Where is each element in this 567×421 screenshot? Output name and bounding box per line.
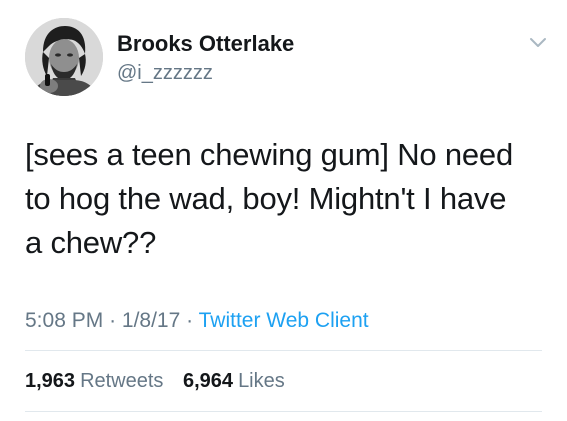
tweet-menu-button[interactable] <box>526 33 550 53</box>
avatar-photo <box>25 18 103 96</box>
retweets-label: Retweets <box>80 370 164 392</box>
tweet-text-line: a chew?? <box>25 225 157 260</box>
tweet-text-line: to hog the wad, boy! Mightn't I have <box>25 181 507 216</box>
author-display-name[interactable]: Brooks Otterlake <box>117 31 294 57</box>
tweet-stats: 1,963 Retweets 6,964 Likes <box>25 368 285 394</box>
author-handle[interactable]: @i_zzzzzz <box>117 61 294 85</box>
likes-count: 6,964 <box>183 370 234 392</box>
meta-separator: · <box>109 309 117 332</box>
retweets-stat[interactable]: 1,963 Retweets <box>25 368 163 394</box>
tweet-meta: 5:08 PM · 1/8/17 · Twitter Web Client <box>25 307 369 335</box>
tweet-time[interactable]: 5:08 PM <box>25 309 103 332</box>
meta-separator: · <box>186 309 194 332</box>
divider <box>25 411 542 412</box>
tweet-text-line: [sees a teen chewing gum] No need <box>25 137 513 172</box>
likes-label: Likes <box>238 370 285 392</box>
avatar[interactable] <box>25 18 103 96</box>
tweet-author: Brooks Otterlake @i_zzzzzz <box>117 31 294 85</box>
tweet-text: [sees a teen chewing gum] No need to hog… <box>25 133 550 265</box>
tweet-client-link[interactable]: Twitter Web Client <box>199 309 369 332</box>
likes-stat[interactable]: 6,964 Likes <box>183 368 285 394</box>
divider <box>25 350 542 351</box>
retweets-count: 1,963 <box>25 370 76 392</box>
tweet-date[interactable]: 1/8/17 <box>122 309 180 332</box>
chevron-down-icon <box>530 38 546 47</box>
tweet-card: Brooks Otterlake @i_zzzzzz [sees a teen … <box>0 0 567 421</box>
